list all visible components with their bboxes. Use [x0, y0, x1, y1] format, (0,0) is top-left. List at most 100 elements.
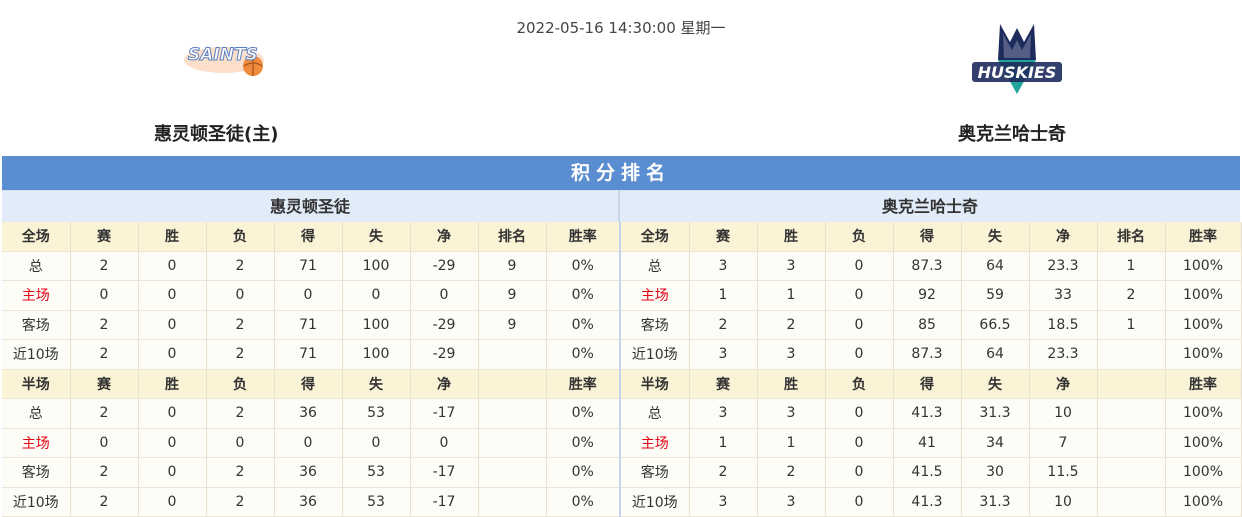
away-standings-label: 奥克兰哈士奇 [620, 190, 1240, 222]
stat-cell: 2 [206, 398, 275, 429]
stat-cell: 0 [274, 428, 343, 458]
stat-cell: 7 [1029, 428, 1098, 458]
table-row: 总 2 0 2 36 53 -17 0% [2, 398, 621, 429]
stat-cell: 0% [546, 339, 621, 370]
stat-cell: 0 [138, 428, 207, 458]
stat-cell: 0 [825, 428, 894, 458]
stat-cell: 2 [206, 487, 275, 517]
stat-cell: 0 [138, 251, 207, 281]
stat-cell: 0% [546, 310, 621, 340]
stat-cell: 33 [1029, 280, 1098, 311]
home-team-name: 惠灵顿圣徒(主) [154, 124, 279, 145]
stat-cell: 100 [342, 310, 411, 340]
table-row: 客场 2 2 0 41.5 30 11.5 100% [621, 457, 1242, 488]
stat-cell: 18.5 [1029, 310, 1098, 340]
row-label: 近10场 [621, 339, 690, 370]
stat-cell: 0 [138, 487, 207, 517]
column-header: 得 [274, 369, 343, 399]
column-header: 失 [961, 369, 1030, 399]
stat-cell: 2 [206, 310, 275, 340]
stat-cell: 9 [478, 251, 547, 281]
stat-cell: 2 [70, 251, 139, 281]
column-header: 得 [274, 222, 343, 252]
stat-cell: 100 [342, 339, 411, 370]
table-row: 主场 0 0 0 0 0 0 9 0% [2, 280, 621, 311]
stat-cell: 59 [961, 280, 1030, 311]
column-header: 全场 [2, 222, 71, 252]
table-row: 总 3 3 0 87.3 64 23.3 1 100% [621, 251, 1242, 281]
row-label: 总 [2, 251, 71, 281]
stat-cell: 9 [478, 310, 547, 340]
stat-cell: 0 [825, 339, 894, 370]
stat-cell: 3 [689, 398, 758, 429]
column-header: 半场 [621, 369, 690, 399]
stat-cell: 41.3 [893, 398, 962, 429]
stat-cell: 0% [546, 251, 621, 281]
stat-cell: 0 [342, 428, 411, 458]
column-header: 胜 [138, 369, 207, 399]
stat-cell: 0% [546, 398, 621, 429]
stat-cell: 92 [893, 280, 962, 311]
table-row: 总 2 0 2 71 100 -29 9 0% [2, 251, 621, 281]
stat-cell: 53 [342, 487, 411, 517]
stat-cell: 34 [961, 428, 1030, 458]
stat-cell: 100% [1165, 310, 1242, 340]
stat-cell: 100% [1165, 280, 1242, 311]
stat-cell: 0 [206, 428, 275, 458]
stat-cell: 1 [689, 280, 758, 311]
row-label: 客场 [621, 457, 690, 488]
stat-cell [478, 398, 547, 429]
table-row: 主场 1 1 0 92 59 33 2 100% [621, 280, 1242, 311]
match-header: 2022-05-16 14:30:00 星期一 SAINTS HUSKIES 惠… [0, 0, 1242, 156]
stat-cell: 0 [138, 457, 207, 488]
stat-cell: 3 [757, 339, 826, 370]
column-header: 负 [206, 369, 275, 399]
stat-cell [478, 339, 547, 370]
stat-cell: 87.3 [893, 339, 962, 370]
stat-cell: 100% [1165, 398, 1242, 429]
stat-cell: 2 [206, 251, 275, 281]
column-header: 排名 [478, 222, 547, 252]
stat-cell: 100% [1165, 339, 1242, 370]
away-full-header-row: 全场赛胜负得失净排名 胜率 [621, 222, 1242, 252]
row-label: 主场 [2, 428, 71, 458]
stat-cell: 10 [1029, 398, 1098, 429]
stat-cell: 36 [274, 457, 343, 488]
stat-cell [478, 487, 547, 517]
stat-cell: 66.5 [961, 310, 1030, 340]
table-row: 近10场 2 0 2 36 53 -17 0% [2, 487, 621, 517]
column-header: 胜 [757, 369, 826, 399]
stat-cell: 3 [757, 398, 826, 429]
table-row: 近10场 2 0 2 71 100 -29 0% [2, 339, 621, 370]
column-header: 得 [893, 222, 962, 252]
stat-cell: 100% [1165, 428, 1242, 458]
stat-cell: 9 [478, 280, 547, 311]
stat-cell: 1 [1097, 310, 1166, 340]
stat-cell: 0 [825, 487, 894, 517]
stat-cell: 0% [546, 428, 621, 458]
stat-cell: 41.3 [893, 487, 962, 517]
stat-cell [478, 428, 547, 458]
column-header: 得 [893, 369, 962, 399]
column-header: 负 [206, 222, 275, 252]
row-label: 主场 [621, 428, 690, 458]
stat-cell: 36 [274, 487, 343, 517]
stat-cell: 0 [70, 280, 139, 311]
row-label: 客场 [2, 457, 71, 488]
column-header: 胜率 [1165, 222, 1242, 252]
row-label: 总 [2, 398, 71, 429]
table-row: 主场 1 1 0 41 34 7 100% [621, 428, 1242, 458]
stat-cell: 0% [546, 487, 621, 517]
stat-cell: 1 [1097, 251, 1166, 281]
home-standings-body: 全场赛胜负得失净排名 胜率总 2 0 2 71 100 -29 9 0% 主场 0 0 0 0 0 0 9 0% 客场… [2, 222, 621, 517]
column-header: 失 [342, 222, 411, 252]
stat-cell [1097, 428, 1166, 458]
column-header: 负 [825, 222, 894, 252]
stat-cell: 2 [206, 339, 275, 370]
stat-cell: 2 [70, 310, 139, 340]
column-header: 净 [1029, 369, 1098, 399]
stat-cell: 36 [274, 398, 343, 429]
stat-cell: 2 [70, 398, 139, 429]
stat-cell: 31.3 [961, 398, 1030, 429]
stat-cell: 0 [825, 457, 894, 488]
